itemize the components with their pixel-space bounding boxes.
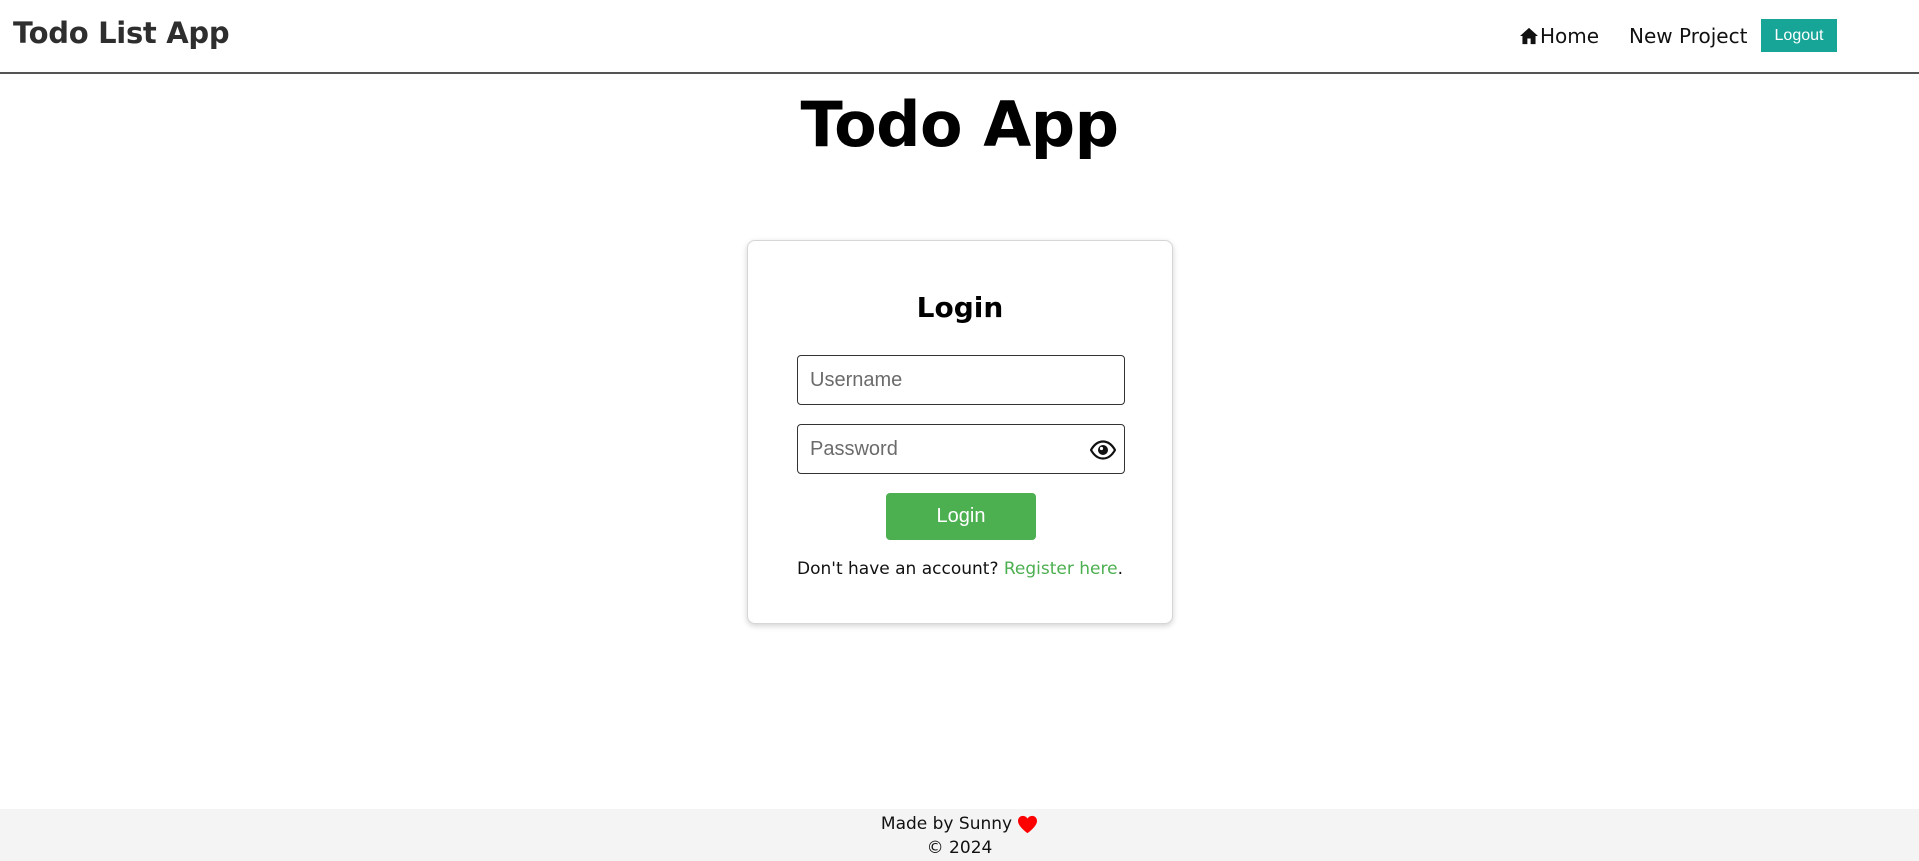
home-icon: [1520, 27, 1538, 45]
nav-home-label: Home: [1540, 24, 1600, 48]
login-card: Login Login Don't have an account? Regis…: [747, 240, 1173, 624]
password-input[interactable]: [797, 424, 1125, 474]
copyright-text: © 2024: [926, 838, 993, 858]
login-title: Login: [916, 291, 1004, 324]
register-suffix: .: [1117, 559, 1123, 579]
navbar: Todo List App Home New Project Logout: [0, 0, 1919, 74]
register-prompt-text: Don't have an account?: [797, 559, 1004, 579]
nav-new-project-link[interactable]: New Project: [1629, 24, 1747, 48]
made-by-text: Made by Sunny: [880, 814, 1013, 834]
username-input[interactable]: [797, 355, 1125, 405]
brand-title[interactable]: Todo List App: [13, 16, 230, 50]
nav-home-link[interactable]: Home: [1519, 24, 1599, 48]
heart-icon: [1018, 815, 1038, 833]
footer-credit: Made by Sunny: [0, 814, 1919, 834]
register-prompt: Don't have an account? Register here.: [748, 559, 1172, 579]
register-link[interactable]: Register here: [1004, 559, 1118, 579]
login-button[interactable]: Login: [886, 493, 1036, 540]
page-title: Todo App: [800, 88, 1119, 161]
footer: Made by Sunny © 2024: [0, 809, 1919, 861]
eye-icon[interactable]: [1090, 440, 1116, 460]
logout-button[interactable]: Logout: [1761, 19, 1837, 52]
